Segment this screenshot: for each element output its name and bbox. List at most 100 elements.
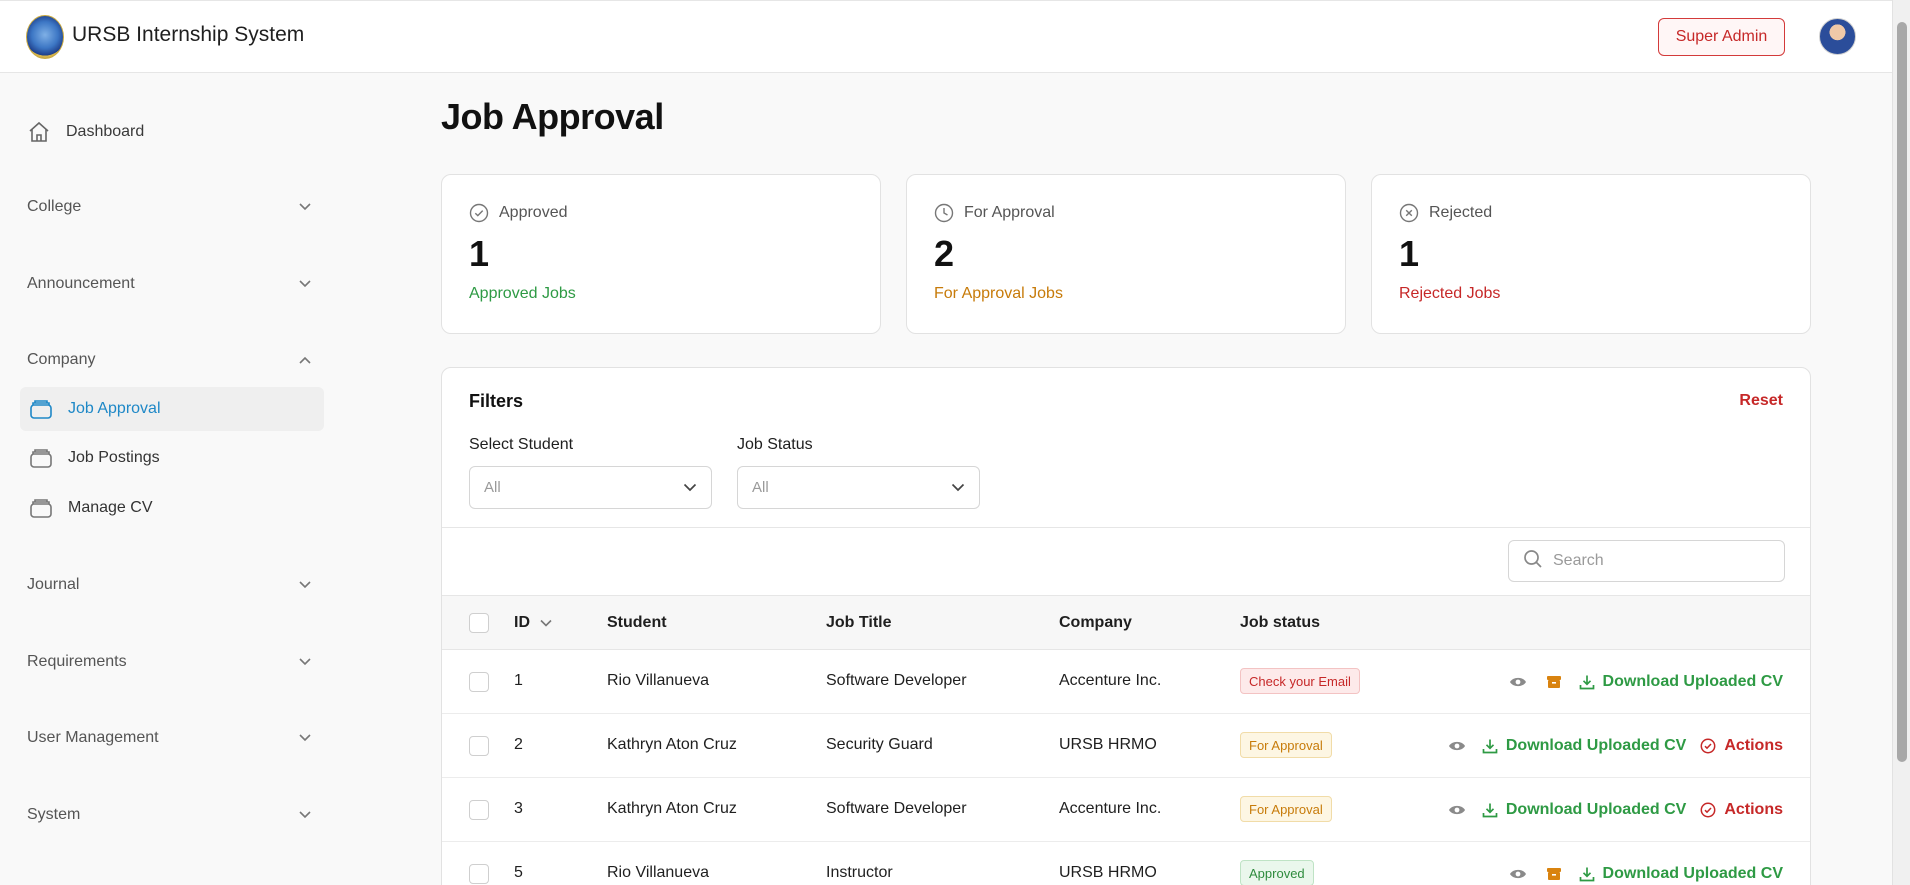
sidebar-group-label: Journal: [27, 576, 80, 593]
check-circle-icon: [469, 203, 489, 223]
sidebar-group-label: Announcement: [27, 275, 135, 292]
sort-chevron-icon: [540, 614, 552, 632]
row-checkbox[interactable]: [469, 800, 489, 820]
status-badge: Check your Email: [1240, 668, 1360, 694]
download-label: Download Uploaded CV: [1505, 801, 1687, 818]
student-select[interactable]: All: [469, 466, 712, 509]
reset-filters-button[interactable]: Reset: [1739, 392, 1783, 410]
cell-job-title: Security Guard: [826, 736, 933, 753]
job-approval-panel: Filters Reset Select Student All Job Sta…: [441, 367, 1811, 885]
download-label: Download Uploaded CV: [1505, 737, 1687, 754]
table-row: 2 Kathryn Aton Cruz Security Guard URSB …: [442, 714, 1810, 778]
column-job-title: Job Title: [826, 614, 892, 631]
cell-student: Kathryn Aton Cruz: [607, 736, 737, 753]
sidebar-item-label: Manage CV: [68, 499, 153, 516]
layers-icon: [28, 495, 54, 521]
archive-icon[interactable]: [1543, 671, 1565, 693]
download-cv-button[interactable]: Download Uploaded CV: [1579, 865, 1783, 883]
cell-company: Accenture Inc.: [1059, 672, 1162, 689]
eye-icon[interactable]: [1507, 671, 1529, 693]
stat-card-rejected: Rejected 1 Rejected Jobs: [1371, 174, 1811, 334]
actions-label: Actions: [1724, 801, 1783, 818]
column-id[interactable]: ID: [514, 614, 552, 632]
select-all-checkbox[interactable]: [469, 613, 489, 633]
sidebar-item-manage-cv[interactable]: Manage CV: [20, 486, 324, 530]
top-bar: URSB Internship System Super Admin: [0, 0, 1892, 73]
sidebar-group-user-management[interactable]: User Management: [27, 723, 312, 753]
chevron-down-icon: [298, 200, 312, 214]
eye-icon[interactable]: [1507, 863, 1529, 885]
row-checkbox[interactable]: [469, 864, 489, 884]
page-title: Job Approval: [441, 96, 664, 137]
status-select[interactable]: All: [737, 466, 980, 509]
cell-id: 5: [514, 864, 523, 881]
eye-icon[interactable]: [1446, 799, 1468, 821]
status-filter-label: Job Status: [737, 436, 813, 453]
check-circle-icon: [1700, 737, 1718, 755]
row-actions: Download Uploaded CV: [1507, 860, 1783, 885]
chevron-down-icon: [298, 655, 312, 669]
user-avatar[interactable]: [1819, 18, 1856, 55]
table-header: ID Student Job Title Company Job status: [442, 595, 1810, 650]
status-badge: Approved: [1240, 860, 1314, 885]
status-select-value: All: [752, 479, 769, 496]
sidebar-group-label: Requirements: [27, 653, 127, 670]
stat-value: 2: [934, 233, 955, 274]
cell-job-title: Software Developer: [826, 672, 967, 689]
actions-button[interactable]: Actions: [1700, 737, 1783, 755]
download-icon: [1482, 737, 1500, 755]
row-checkbox[interactable]: [469, 736, 489, 756]
sidebar-group-requirements[interactable]: Requirements: [27, 647, 312, 677]
download-icon: [1579, 865, 1597, 883]
sidebar-item-label: Job Approval: [68, 400, 161, 417]
cell-student: Rio Villanueva: [607, 672, 709, 689]
panel-divider: [442, 527, 1810, 528]
cell-company: URSB HRMO: [1059, 864, 1157, 881]
stat-label: For Approval: [964, 204, 1055, 221]
archive-icon[interactable]: [1543, 863, 1565, 885]
chevron-down-icon: [951, 479, 965, 496]
clock-icon: [934, 203, 954, 223]
student-filter-label: Select Student: [469, 436, 574, 453]
stat-sublabel: Approved Jobs: [469, 285, 576, 302]
stat-value: 1: [1399, 233, 1420, 274]
download-cv-button[interactable]: Download Uploaded CV: [1482, 801, 1686, 819]
scrollbar-thumb[interactable]: [1897, 22, 1907, 762]
row-checkbox[interactable]: [469, 672, 489, 692]
column-label: ID: [514, 614, 530, 631]
cell-job-title: Software Developer: [826, 800, 967, 817]
eye-icon[interactable]: [1446, 735, 1468, 757]
student-select-value: All: [484, 479, 501, 496]
row-actions: Download Uploaded CV Actions: [1446, 732, 1783, 760]
sidebar-item-job-postings[interactable]: Job Postings: [20, 436, 324, 480]
sidebar-item-label: Job Postings: [68, 449, 160, 466]
layers-icon: [28, 445, 54, 471]
chevron-down-icon: [683, 479, 697, 496]
chevron-down-icon: [298, 731, 312, 745]
sidebar-item-label: Dashboard: [66, 123, 145, 140]
cell-company: Accenture Inc.: [1059, 800, 1162, 817]
stat-card-for-approval: For Approval 2 For Approval Jobs: [906, 174, 1346, 334]
stat-card-approved: Approved 1 Approved Jobs: [441, 174, 881, 334]
sidebar-group-system[interactable]: System: [27, 800, 312, 830]
cell-company: URSB HRMO: [1059, 736, 1157, 753]
university-logo: [26, 15, 64, 59]
sidebar-group-label: User Management: [27, 729, 159, 746]
sidebar-item-dashboard[interactable]: Dashboard: [18, 110, 324, 154]
sidebar-group-college[interactable]: College: [27, 192, 312, 222]
row-actions: Download Uploaded CV: [1507, 668, 1783, 696]
download-cv-button[interactable]: Download Uploaded CV: [1579, 673, 1783, 691]
download-cv-button[interactable]: Download Uploaded CV: [1482, 737, 1686, 755]
super-admin-button[interactable]: Super Admin: [1658, 18, 1785, 56]
check-circle-icon: [1700, 801, 1718, 819]
sidebar-item-job-approval[interactable]: Job Approval: [20, 387, 324, 431]
download-icon: [1482, 801, 1500, 819]
page-scrollbar[interactable]: [1892, 0, 1910, 885]
sidebar-group-company[interactable]: Company: [27, 345, 312, 375]
actions-button[interactable]: Actions: [1700, 801, 1783, 819]
table-row: 3 Kathryn Aton Cruz Software Developer A…: [442, 778, 1810, 842]
sidebar-group-announcement[interactable]: Announcement: [27, 269, 312, 299]
search-input[interactable]: [1553, 552, 1773, 570]
sidebar-group-journal[interactable]: Journal: [27, 570, 312, 600]
search-box[interactable]: [1508, 540, 1785, 582]
